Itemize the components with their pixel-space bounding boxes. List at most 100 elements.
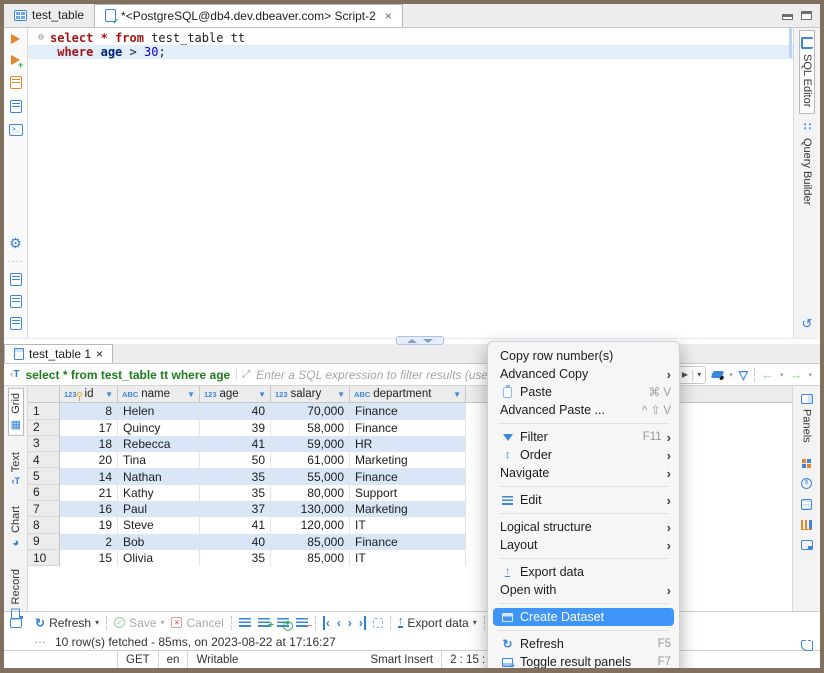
apply-filter-button[interactable]: ▶ | ▾ [677, 366, 706, 384]
cell-id[interactable]: 15 [60, 550, 118, 566]
column-header-department[interactable]: ABC department ▼ [350, 386, 466, 402]
cell-salary[interactable]: 130,000 [271, 501, 350, 517]
cell-age[interactable]: 35 [200, 468, 271, 484]
explain-plan-icon[interactable] [10, 100, 22, 113]
tab-sql-script[interactable]: *<PostgreSQL@db4.dev.dbeaver.com> Script… [94, 4, 403, 27]
row-number[interactable]: 10 [28, 550, 60, 566]
caret-down-icon[interactable]: ▾ [729, 371, 733, 379]
cell-id[interactable]: 18 [60, 436, 118, 452]
export-data-button[interactable]: ↑ Export data ▾ [398, 616, 477, 630]
row-number[interactable]: 2 [28, 420, 60, 436]
cell-department[interactable]: Finance [350, 420, 466, 436]
menu-item-copy-row-number-s[interactable]: Copy row number(s) [488, 347, 679, 365]
menu-item-advanced-paste[interactable]: Advanced Paste ...^ ⇧ V [488, 401, 679, 419]
grouping-icon[interactable]: ‖ [801, 478, 812, 489]
first-row-icon[interactable]: ‹ [323, 616, 330, 630]
caret-down-icon[interactable]: ▾ [808, 371, 812, 379]
flip-panel-icon[interactable] [801, 640, 813, 651]
cell-salary[interactable]: 70,000 [271, 403, 350, 419]
cell-department[interactable]: Finance [350, 468, 466, 484]
cell-name[interactable]: Nathan [118, 468, 200, 484]
expand-icon[interactable]: ⤢ [236, 369, 250, 380]
close-icon[interactable]: × [385, 9, 392, 23]
sort-dropdown-icon[interactable]: ▼ [187, 390, 195, 399]
menu-item-toggle-result-panels[interactable]: Toggle result panelsF7 [488, 653, 679, 671]
refresh-button[interactable]: ↻ Refresh ▾ [35, 616, 99, 630]
fold-icon[interactable]: ⊖ [38, 31, 50, 45]
cancel-button[interactable]: × Cancel [171, 616, 223, 630]
cell-name[interactable]: Kathy [118, 485, 200, 501]
last-row-icon[interactable]: › [359, 616, 366, 630]
tab-chart[interactable]: ◕ Chart [9, 502, 23, 553]
cell-department[interactable]: Support [350, 485, 466, 501]
cell-age[interactable]: 40 [200, 403, 271, 419]
sort-dropdown-icon[interactable]: ▼ [258, 390, 266, 399]
add-row-icon[interactable] [258, 618, 270, 627]
tab-query-builder[interactable]: ∷ Query Builder [800, 114, 814, 211]
more-dots-icon[interactable]: ⋯ [34, 635, 47, 649]
menu-item-logical-structure[interactable]: Logical structure› [488, 518, 679, 536]
cell-salary[interactable]: 120,000 [271, 517, 350, 533]
status-writable[interactable]: Writable [187, 651, 307, 668]
cell-department[interactable]: Finance [350, 534, 466, 550]
cell-department[interactable]: HR [350, 436, 466, 452]
open-new-window-icon[interactable] [10, 618, 22, 628]
tab-results-test-table-1[interactable]: test_table 1 × [4, 344, 113, 363]
cell-name[interactable]: Bob [118, 534, 200, 550]
cell-id[interactable]: 17 [60, 420, 118, 436]
metadata-panel-icon[interactable] [801, 540, 813, 550]
cell-age[interactable]: 37 [200, 501, 271, 517]
tab-test-table[interactable]: test_table [4, 4, 94, 27]
cell-id[interactable]: 21 [60, 485, 118, 501]
menu-item-open-with[interactable]: Open with› [488, 581, 679, 599]
cell-name[interactable]: Rebecca [118, 436, 200, 452]
overflow-dots-icon[interactable]: ···· [8, 258, 24, 264]
cell-age[interactable]: 41 [200, 517, 271, 533]
cell-id[interactable]: 14 [60, 468, 118, 484]
column-header-id[interactable]: 123 id ▼ [60, 386, 118, 402]
cell-department[interactable]: Marketing [350, 452, 466, 468]
cell-age[interactable]: 41 [200, 436, 271, 452]
row-number[interactable]: 3 [28, 436, 60, 452]
cell-salary[interactable]: 59,000 [271, 436, 350, 452]
doc-export-icon[interactable] [10, 273, 22, 286]
cell-salary[interactable]: 58,000 [271, 420, 350, 436]
cell-salary[interactable]: 80,000 [271, 485, 350, 501]
menu-item-edit[interactable]: Edit› [488, 491, 679, 509]
aggregate-icon[interactable] [801, 520, 812, 530]
auto-refresh-icon[interactable]: ↺ [802, 316, 813, 332]
filter-funnel-icon[interactable]: ▽ [739, 368, 748, 382]
cell-id[interactable]: 2 [60, 534, 118, 550]
cell-name[interactable]: Olivia [118, 550, 200, 566]
value-viewer-icon[interactable] [802, 459, 811, 468]
calc-panel-icon[interactable] [801, 499, 812, 510]
column-header-salary[interactable]: 123 salary ▼ [271, 386, 350, 402]
execute-new-tab-icon[interactable] [11, 55, 20, 65]
cell-department[interactable]: IT [350, 517, 466, 533]
row-number[interactable]: 1 [28, 403, 60, 419]
column-header-age[interactable]: 123 age ▼ [200, 386, 271, 402]
delete-row-icon[interactable] [296, 618, 308, 627]
collapse-down-icon[interactable] [423, 339, 433, 343]
status-language[interactable]: en [158, 651, 188, 668]
cell-id[interactable]: 19 [60, 517, 118, 533]
status-insert-mode[interactable]: Smart Insert [362, 651, 441, 668]
execute-query-icon[interactable] [11, 34, 20, 44]
tab-grid[interactable]: ▦ Grid [8, 388, 24, 436]
cell-salary[interactable]: 55,000 [271, 468, 350, 484]
sql-console-icon[interactable]: >_ [9, 124, 23, 136]
focus-cell-icon[interactable] [373, 618, 383, 628]
cell-age[interactable]: 35 [200, 485, 271, 501]
row-number[interactable]: 5 [28, 468, 60, 484]
row-number[interactable]: 6 [28, 485, 60, 501]
doc-log-icon[interactable] [10, 317, 22, 330]
doc-error-icon[interactable] [10, 295, 22, 308]
cell-name[interactable]: Helen [118, 403, 200, 419]
sort-dropdown-icon[interactable]: ▼ [337, 390, 345, 399]
cell-name[interactable]: Steve [118, 517, 200, 533]
splitter-sash[interactable] [4, 338, 820, 344]
duplicate-row-icon[interactable] [277, 618, 289, 627]
sort-dropdown-icon[interactable]: ▼ [453, 390, 461, 399]
cell-name[interactable]: Quincy [118, 420, 200, 436]
row-number[interactable]: 9 [28, 534, 60, 550]
